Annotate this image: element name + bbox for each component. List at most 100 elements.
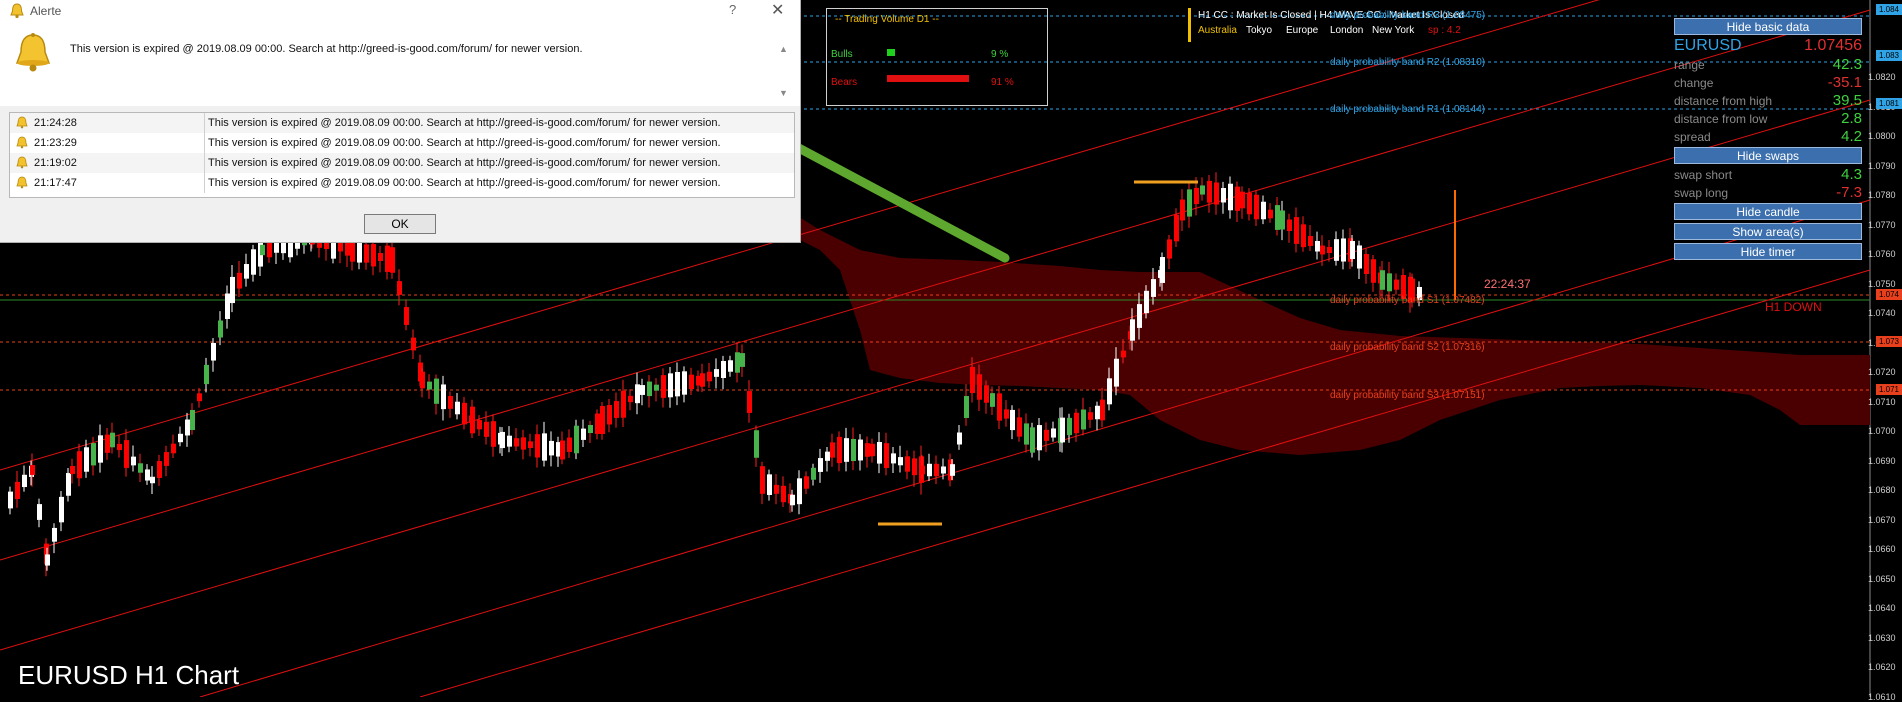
candle-body bbox=[870, 443, 875, 457]
candle-body bbox=[427, 381, 432, 390]
candle-body bbox=[941, 466, 946, 474]
price-axis-label: 1.0760 bbox=[1868, 249, 1896, 259]
candle-body bbox=[661, 375, 666, 398]
candle-body bbox=[654, 384, 659, 391]
candle-body bbox=[760, 466, 765, 494]
candle-body bbox=[491, 421, 496, 447]
candle-body bbox=[747, 391, 752, 413]
candle-body bbox=[171, 443, 176, 454]
dialog-titlebar[interactable]: Alerte ? ✕ bbox=[0, 0, 800, 22]
candle-body bbox=[549, 440, 554, 456]
axis-tag-r2: 1.083 bbox=[1876, 50, 1902, 61]
candle-body bbox=[970, 366, 975, 394]
list-item[interactable]: 21:24:28 This version is expired @ 2019.… bbox=[10, 113, 794, 133]
candle-body bbox=[735, 352, 740, 373]
price-axis-label: 1.0790 bbox=[1868, 160, 1896, 171]
candle-body bbox=[1095, 405, 1100, 420]
candle-body bbox=[877, 442, 882, 464]
candle-body bbox=[338, 242, 343, 252]
candle-body bbox=[1240, 191, 1245, 209]
hide-timer-button[interactable]: Hide timer bbox=[1674, 243, 1862, 260]
list-item[interactable]: 21:17:47 This version is expired @ 2019.… bbox=[10, 173, 794, 193]
chart-title: EURUSD H1 Chart bbox=[18, 660, 240, 690]
candle-body bbox=[884, 443, 889, 469]
swap-long-row: swap long -7.3 bbox=[1674, 184, 1862, 202]
band-r1-label: daily probability band R1 (1.08144) bbox=[1330, 104, 1486, 115]
candle-body bbox=[588, 424, 593, 434]
candle-body bbox=[371, 244, 376, 267]
axis-tag-s1: 1.074 bbox=[1876, 289, 1902, 300]
candle-body bbox=[964, 396, 969, 418]
candle-body bbox=[1254, 194, 1259, 220]
show-areas-button[interactable]: Show area(s) bbox=[1674, 223, 1862, 240]
candle-body bbox=[721, 360, 726, 379]
candle-body bbox=[790, 494, 795, 506]
candle-body bbox=[15, 481, 20, 500]
candle-body bbox=[830, 442, 835, 458]
candle-body bbox=[462, 402, 467, 425]
candle-body bbox=[514, 438, 519, 447]
candle-body bbox=[1024, 423, 1029, 445]
close-button[interactable]: ✕ bbox=[771, 0, 784, 20]
symbol-row: EURUSD 1.07456 bbox=[1674, 37, 1862, 55]
candle-body bbox=[507, 435, 512, 447]
candle-body bbox=[1200, 185, 1205, 195]
hide-swaps-button[interactable]: Hide swaps bbox=[1674, 147, 1862, 164]
candle-body bbox=[1030, 427, 1035, 453]
trading-volume-panel: -- Trading Volume D1 -- Bulls 9 % Bears … bbox=[826, 8, 1048, 106]
alert-time: 21:24:28 bbox=[34, 117, 77, 129]
trend-signal: H1 DOWN bbox=[1765, 300, 1822, 314]
hide-basic-data-button[interactable]: Hide basic data bbox=[1674, 18, 1862, 35]
alert-text: This version is expired @ 2019.08.09 00:… bbox=[208, 137, 721, 149]
candle-body bbox=[185, 419, 190, 436]
list-item[interactable]: 21:19:02 This version is expired @ 2019.… bbox=[10, 153, 794, 173]
bears-value: 91 % bbox=[991, 77, 1014, 88]
candle-body bbox=[1130, 319, 1135, 341]
candle-body bbox=[59, 496, 64, 523]
candle-body bbox=[1394, 279, 1399, 290]
price-axis-label: 1.0750 bbox=[1868, 278, 1896, 289]
price-axis-label: 1.0630 bbox=[1868, 632, 1896, 643]
hide-candle-button[interactable]: Hide candle bbox=[1674, 203, 1862, 220]
candle-body bbox=[700, 373, 705, 387]
candle-body bbox=[470, 406, 475, 434]
axis-tag-r1: 1.081 bbox=[1876, 98, 1902, 109]
candle-body bbox=[851, 438, 856, 462]
range-label: range bbox=[1674, 58, 1705, 72]
distance-low-label: distance from low bbox=[1674, 112, 1768, 126]
candle-body bbox=[774, 484, 779, 494]
message-area: This version is expired @ 2019.08.09 00:… bbox=[0, 22, 800, 106]
list-item[interactable]: 21:23:29 This version is expired @ 2019.… bbox=[10, 133, 794, 153]
candle-body bbox=[934, 463, 939, 477]
candle-body bbox=[1380, 270, 1385, 290]
candle-body bbox=[560, 440, 565, 460]
candle-body bbox=[1037, 425, 1042, 451]
session-city-london: London bbox=[1330, 25, 1364, 36]
candle-body bbox=[1194, 187, 1199, 205]
alert-list: 21:24:28 This version is expired @ 2019.… bbox=[9, 112, 795, 198]
candle-body bbox=[912, 458, 917, 476]
candle-body bbox=[811, 467, 816, 480]
help-button[interactable]: ? bbox=[729, 2, 736, 17]
candle-body bbox=[797, 478, 802, 505]
candle-body bbox=[1350, 240, 1355, 260]
axis-tag-s2: 1.073 bbox=[1876, 336, 1902, 347]
candle-body bbox=[1060, 417, 1065, 443]
candle-body bbox=[1151, 279, 1156, 297]
session-city-tokyo: Tokyo bbox=[1246, 25, 1273, 36]
session-city-europe: Europe bbox=[1286, 25, 1319, 36]
candle-body bbox=[1334, 239, 1339, 261]
candle-body bbox=[77, 451, 82, 479]
scroll-down-icon[interactable]: ▼ bbox=[779, 88, 788, 98]
candle-body bbox=[1100, 399, 1105, 421]
scroll-up-icon[interactable]: ▲ bbox=[779, 44, 788, 54]
dialog-title: Alerte bbox=[30, 4, 62, 18]
price-axis-label: 1.0690 bbox=[1868, 455, 1896, 466]
ok-button[interactable]: OK bbox=[364, 214, 436, 234]
candle-body bbox=[150, 476, 155, 484]
candle-body bbox=[1371, 259, 1376, 283]
candle-body bbox=[1327, 246, 1332, 254]
candle-body bbox=[98, 435, 103, 463]
candle-body bbox=[920, 465, 925, 475]
bell-icon bbox=[16, 116, 28, 132]
